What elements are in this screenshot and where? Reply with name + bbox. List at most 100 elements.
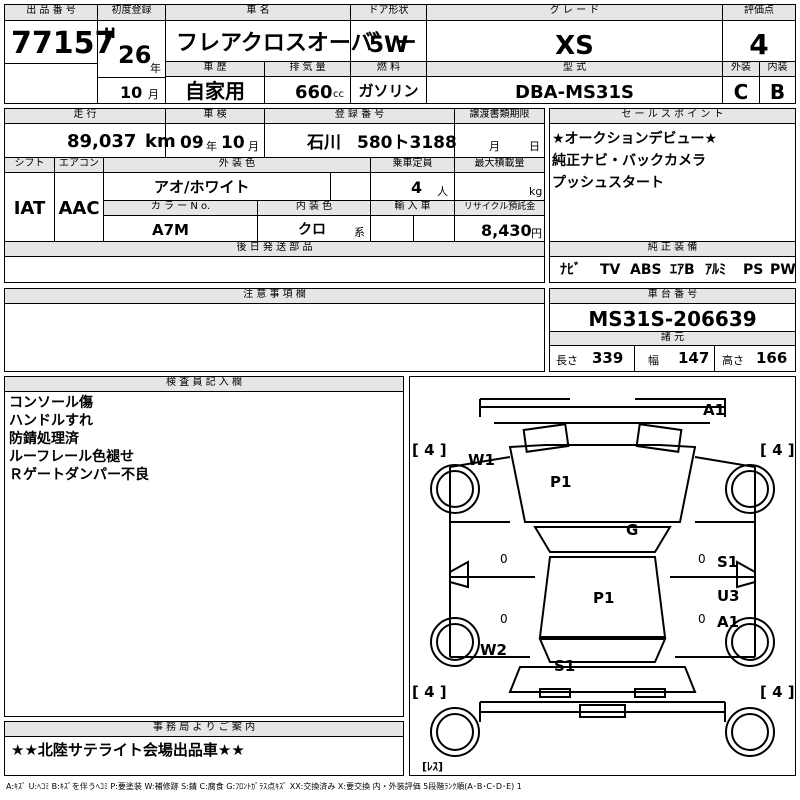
inspection-label: 車 検 xyxy=(166,109,264,124)
grade-label: グ レ ー ド xyxy=(427,5,722,21)
inspector-note: 防錆処理済 xyxy=(9,431,79,447)
max-load-cell: 最大積載量 kg xyxy=(454,157,545,201)
interior-color: クロ xyxy=(298,222,326,238)
car-name-label: 車 名 xyxy=(166,5,350,21)
equipment-cell: 純 正 装 備 ﾅﾋﾞ TV ABS ｴｱB ｱﾙﾐ PS PW xyxy=(549,241,796,283)
displacement-label: 排 気 量 xyxy=(265,62,350,77)
inspector-notes-cell: 検 査 員 記 入 欄 コンソール傷 ハンドルすれ 防錆処理済 ルーフレール色褪… xyxy=(4,376,404,717)
caution-label: 注 意 事 項 欄 xyxy=(5,289,544,304)
equipment-item: ﾅﾋﾞ xyxy=(560,262,581,278)
damage-mark: A1 xyxy=(717,613,740,631)
length-label: 長さ xyxy=(556,354,578,367)
inspector-note: コンソール傷 xyxy=(9,395,93,411)
score: 4 xyxy=(749,28,769,61)
reg-month-unit: 月 xyxy=(148,88,159,101)
recycle-fee: 8,430 xyxy=(481,221,532,240)
history-label: 車 歴 xyxy=(166,62,264,77)
exterior-label: 外装 xyxy=(723,62,759,77)
ac-label: エアコン xyxy=(55,158,103,173)
later-parts-label: 後 日 発 送 部 品 xyxy=(5,242,544,257)
office-notice-cell: 事 務 局 よ り ご 案 内 ★★北陸サテライト会場出品車★★ xyxy=(4,721,404,776)
spare-tire: [ﾚｽ] xyxy=(422,760,444,773)
exterior-grade-cell: 外装 C xyxy=(722,61,760,104)
score-label: 評価点 xyxy=(723,5,795,21)
tire-rear-left: [ 4 ] xyxy=(412,683,447,701)
door-mark: 0 xyxy=(500,612,508,626)
inspector-note: ルーフレール色褪せ xyxy=(9,449,135,465)
reg-year: 26 xyxy=(118,41,152,69)
recycle-unit: 円 xyxy=(531,227,542,240)
exterior-grade: C xyxy=(733,80,749,104)
damage-diagram: [ 4 ] [ 4 ] [ 4 ] [ 4 ] [ﾚｽ] A1 W1 P1 G … xyxy=(409,376,796,776)
fuel-cell: 燃 料 ガソリン xyxy=(350,61,427,104)
later-parts-cell: 後 日 発 送 部 品 xyxy=(4,241,545,283)
sales-point-line: プッシュスタート xyxy=(552,175,664,191)
equipment-item: PW xyxy=(770,262,796,278)
recycle-cell: リサイクル預託金 8,430 円 xyxy=(454,200,545,242)
ac-cell: エアコン AAC xyxy=(54,157,104,242)
damage-mark: G xyxy=(626,521,639,539)
car-outline-icon xyxy=(430,398,775,757)
ac: AAC xyxy=(58,198,100,219)
fuel: ガソリン xyxy=(358,82,419,100)
model: DBA-MS31S xyxy=(515,82,634,103)
mileage-label: 走 行 xyxy=(5,109,165,124)
damage-mark: W2 xyxy=(480,641,507,659)
equipment-item: TV xyxy=(600,262,621,278)
first-registration-label: 初度登録 xyxy=(98,5,165,21)
grade: XS xyxy=(555,31,594,61)
damage-mark: P1 xyxy=(550,473,572,491)
plate-area: 石川 xyxy=(307,133,341,153)
plate-cell: 登 録 番 号 石川 580ト3188 xyxy=(264,108,457,158)
displacement: 660 xyxy=(295,82,333,103)
shift-label: シフト xyxy=(5,158,54,173)
damage-mark: A1 xyxy=(703,401,726,419)
dims-label: 諸 元 xyxy=(550,332,795,346)
caution-cell: 注 意 事 項 欄 xyxy=(4,288,545,372)
max-load-unit: kg xyxy=(529,185,543,198)
import-cell: 輸 入 車 xyxy=(370,200,455,242)
sales-point-line: 純正ナビ・バックカメラ xyxy=(552,153,706,169)
equipment-label: 純 正 装 備 xyxy=(550,242,795,257)
displacement-unit: cc xyxy=(333,89,344,100)
color-number: A7M xyxy=(152,221,189,239)
tire-front-left: [ 4 ] xyxy=(412,441,447,459)
length: 339 xyxy=(592,349,624,367)
capacity-cell: 乗車定員 4 人 xyxy=(370,157,455,201)
interior-color-unit: 系 xyxy=(354,226,365,239)
reg-month: 10 xyxy=(120,83,143,102)
transfer-deadline-label: 譲渡書類期限 xyxy=(455,109,544,124)
lot-number-cell: 出 品 番 号 77157 xyxy=(4,4,115,104)
mileage: 89,037 xyxy=(67,131,137,152)
plate-label: 登 録 番 号 xyxy=(265,109,454,124)
first-registration-cell: 初度登録 H 26 年 10 月 xyxy=(97,4,166,104)
height: 166 xyxy=(756,349,788,367)
shift-cell: シフト IAT xyxy=(4,157,55,242)
inspector-note: ハンドルすれ xyxy=(9,413,93,429)
office-notice: ★★北陸サテライト会場出品車★★ xyxy=(11,741,245,759)
damage-mark: U3 xyxy=(717,587,740,605)
model-cell: 型 式 DBA-MS31S xyxy=(426,61,723,104)
tire-front-right: [ 4 ] xyxy=(760,441,795,459)
inspector-note: Ｒゲートダンパー不良 xyxy=(9,467,149,483)
inspection-month: 10 xyxy=(221,133,245,153)
displacement-cell: 排 気 量 660 cc xyxy=(264,61,351,104)
interior-label: 内装 xyxy=(760,62,795,77)
legend: A:ｷｽﾞ U:ﾍｺﾐ B:ｷｽﾞを伴うﾍｺﾐ P:要塗装 W:補修跡 S:錆 … xyxy=(6,782,522,791)
equipment-item: ABS xyxy=(630,262,662,278)
damage-mark: S1 xyxy=(554,657,576,675)
width: 147 xyxy=(678,349,710,367)
interior-grade-cell: 内装 B xyxy=(759,61,796,104)
import-label: 輸 入 車 xyxy=(371,201,454,216)
door-type: 5W xyxy=(368,33,409,58)
transfer-day-unit: 日 xyxy=(529,140,540,153)
capacity-label: 乗車定員 xyxy=(371,158,454,173)
equipment-item: PS xyxy=(743,262,764,278)
office-notice-label: 事 務 局 よ り ご 案 内 xyxy=(5,722,403,737)
color-cell: 外 装 色 アオ/ホワイト xyxy=(103,157,371,201)
history: 自家用 xyxy=(185,79,245,103)
recycle-label: リサイクル預託金 xyxy=(455,201,544,216)
capacity: 4 xyxy=(411,178,423,197)
chassis-label: 車 台 番 号 xyxy=(550,289,795,304)
equipment-item: ｴｱB xyxy=(670,262,695,278)
